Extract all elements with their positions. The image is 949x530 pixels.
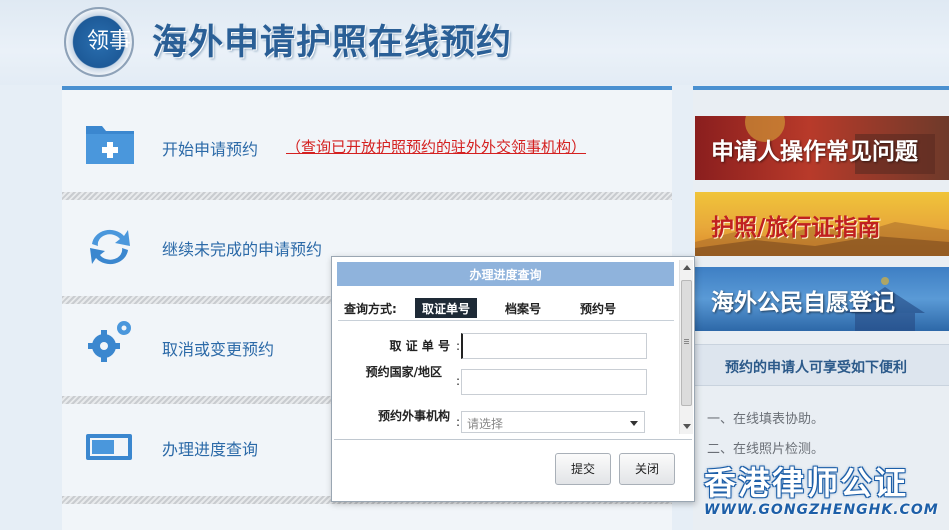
progress-query-dialog: 办理进度查询 查询方式: 取证单号 档案号 预约号 取 证 单 号 : 预约国家…: [331, 256, 695, 502]
faq-banner-title: 申请人操作常见问题: [711, 139, 918, 165]
watermark-text: 香港律师公证: [704, 464, 909, 502]
appointment-mission-label: 预约外事机构: [377, 409, 450, 423]
chevron-down-icon: [630, 421, 638, 426]
tab-receipt-number[interactable]: 取证单号: [415, 298, 478, 318]
tab-appointment-number[interactable]: 预约号: [573, 298, 623, 318]
benefits-heading: 预约的申请人可享受如下便利: [695, 344, 949, 386]
appointment-country-label: 预约国家/地区: [365, 365, 442, 379]
benefits-heading-text: 预约的申请人可享受如下便利: [725, 360, 907, 376]
appointment-mission-select[interactable]: 请选择: [461, 411, 645, 433]
mission-select-placeholder: 请选择: [467, 417, 504, 431]
start-appointment-label: 开始申请预约: [162, 140, 259, 159]
continue-application-label: 继续未完成的申请预约: [162, 240, 323, 259]
menu-item-start-appointment[interactable]: 开始申请预约 （查询已开放护照预约的驻外外交领事机构）: [62, 92, 672, 192]
voluntary-registration-title: 海外公民自愿登记: [711, 290, 895, 316]
progress-bar-icon: [86, 434, 132, 460]
open-missions-link[interactable]: （查询已开放护照预约的驻外外交领事机构）: [286, 136, 586, 157]
watermark: 香港律师公证 WWW.GONGZHENGHK.COM: [700, 458, 949, 530]
appointment-country-input[interactable]: [461, 369, 647, 395]
field-colon: :: [456, 339, 461, 353]
dialog-scroll-content: 办理进度查询 查询方式: 取证单号 档案号 预约号 取 证 单 号 : 预约国家…: [332, 257, 680, 437]
sidebar-top-accent-bar: [693, 86, 949, 90]
close-button[interactable]: 关闭: [619, 453, 675, 485]
passport-guide-banner[interactable]: 护照/旅行证指南: [695, 192, 949, 256]
scrollbar-thumb[interactable]: [681, 280, 692, 406]
dialog-footer-divider: [334, 439, 692, 440]
field-colon: :: [456, 374, 461, 388]
tab-file-number[interactable]: 档案号: [498, 298, 548, 318]
query-method-label: 查询方式:: [344, 302, 397, 316]
submit-button[interactable]: 提交: [555, 453, 611, 485]
scroll-down-arrow-icon[interactable]: [683, 424, 691, 429]
settings-gears-icon: [88, 321, 131, 362]
faq-banner[interactable]: 申请人操作常见问题: [695, 116, 949, 180]
emblem-logo-text: 领事: [87, 29, 132, 54]
site-title: 海外申请护照在线预约: [152, 23, 513, 63]
benefit-item: 二、在线照片检测。: [707, 442, 825, 457]
field-colon: :: [456, 415, 461, 429]
tab-underline: [338, 320, 674, 321]
main-top-accent-bar: [62, 86, 672, 90]
folder-add-icon: [86, 126, 134, 164]
voluntary-registration-banner[interactable]: 海外公民自愿登记: [695, 267, 949, 331]
cancel-change-label: 取消或变更预约: [162, 340, 275, 359]
passport-guide-title: 护照/旅行证指南: [711, 215, 881, 241]
receipt-number-input[interactable]: [461, 333, 647, 359]
consular-affairs-emblem: 领事: [64, 7, 134, 77]
progress-query-label: 办理进度查询: [162, 440, 259, 459]
page-header: 领事 海外申请护照在线预约: [0, 0, 949, 85]
dialog-title: 办理进度查询: [469, 268, 542, 282]
dialog-titlebar: 办理进度查询: [337, 262, 674, 286]
dialog-scrollbar[interactable]: [679, 260, 693, 434]
section-divider: [62, 192, 672, 200]
receipt-number-label: 取 证 单 号: [389, 339, 450, 353]
benefit-item: 一、在线填表协助。: [707, 412, 825, 427]
watermark-url: WWW.GONGZHENGHK.COM: [704, 502, 939, 518]
refresh-arrows-icon: [90, 229, 130, 265]
scroll-up-arrow-icon[interactable]: [683, 265, 691, 270]
